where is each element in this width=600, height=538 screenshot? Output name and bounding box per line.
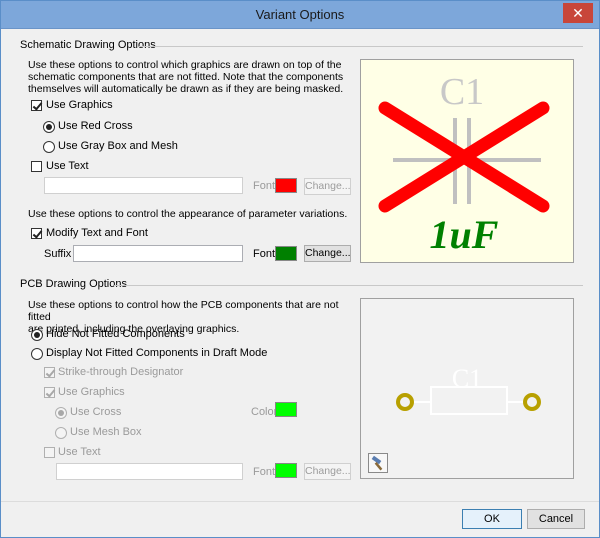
hammer-icon[interactable] xyxy=(368,453,388,473)
use-red-cross-radio[interactable] xyxy=(43,121,55,133)
close-icon[interactable]: ✕ xyxy=(563,3,593,23)
pcb-use-graphics-checkbox[interactable] xyxy=(44,387,55,398)
preview-designator: C1 xyxy=(440,71,484,113)
pcb-pad-1 xyxy=(396,393,414,411)
cancel-button[interactable]: Cancel xyxy=(527,509,585,529)
use-cross-radio[interactable] xyxy=(55,407,67,419)
modify-text-checkbox[interactable] xyxy=(31,228,42,239)
use-mesh-box-label: Use Mesh Box xyxy=(70,426,142,438)
use-text-input[interactable] xyxy=(44,177,243,194)
hide-not-fitted-label: Hide Not Fitted Components xyxy=(46,328,185,340)
use-gray-box-label: Use Gray Box and Mesh xyxy=(58,140,178,152)
change-font2-button[interactable]: Change... xyxy=(304,245,351,262)
preview-value: 1uF xyxy=(430,212,499,257)
pcb-use-text-label: Use Text xyxy=(58,446,101,458)
pcb-use-text-input[interactable] xyxy=(56,463,243,480)
ok-button[interactable]: OK xyxy=(462,509,522,529)
display-draft-label: Display Not Fitted Components in Draft M… xyxy=(46,347,268,359)
pcb-preview-graphic: C1 xyxy=(396,364,541,415)
use-red-cross-label: Use Red Cross xyxy=(58,120,133,132)
suffix-input[interactable] xyxy=(73,245,243,262)
use-graphics-label: Use Graphics xyxy=(46,99,113,111)
use-cross-label: Use Cross xyxy=(70,406,122,418)
font-color-swatch[interactable] xyxy=(275,178,297,193)
variations-description: Use these options to control the appeara… xyxy=(28,208,348,220)
title-bar[interactable]: Variant Options ✕ xyxy=(1,1,599,29)
modify-text-label: Modify Text and Font xyxy=(46,227,148,239)
use-graphics-checkbox[interactable] xyxy=(31,100,42,111)
pcb-section-title: PCB Drawing Options xyxy=(20,278,127,290)
use-gray-box-radio[interactable] xyxy=(43,141,55,153)
change-font-button[interactable]: Change... xyxy=(304,178,351,195)
pcb-font-color-swatch[interactable] xyxy=(275,463,297,478)
color-label: Color xyxy=(251,406,278,418)
pcb-use-graphics-label: Use Graphics xyxy=(58,386,125,398)
schematic-preview-graphic: C1 1uF xyxy=(378,71,550,257)
pcb-font-label: Font xyxy=(253,466,276,478)
font2-label: Font xyxy=(253,248,276,260)
font2-color-swatch[interactable] xyxy=(275,246,297,261)
display-draft-radio[interactable] xyxy=(31,348,43,360)
variant-options-dialog: Variant Options ✕ Schematic Drawing Opti… xyxy=(0,0,600,538)
schematic-description: Use these options to control which graph… xyxy=(28,59,344,95)
font-label: Font xyxy=(253,180,276,192)
use-mesh-box-radio[interactable] xyxy=(55,427,67,439)
use-text-label: Use Text xyxy=(46,160,89,172)
strike-through-checkbox[interactable] xyxy=(44,367,55,378)
use-text-checkbox[interactable] xyxy=(31,161,42,172)
strike-through-label: Strike-through Designator xyxy=(58,366,184,378)
schematic-preview: C1 1uF xyxy=(360,59,574,263)
pcb-use-text-checkbox[interactable] xyxy=(44,447,55,458)
pcb-preview: C1 xyxy=(360,298,574,479)
hide-not-fitted-radio[interactable] xyxy=(31,329,43,341)
hammer-icon-glyph xyxy=(371,455,383,471)
pcb-section-divider xyxy=(114,285,583,286)
schematic-section-divider xyxy=(139,46,583,47)
pcb-color-swatch[interactable] xyxy=(275,402,297,417)
pcb-preview-designator: C1 xyxy=(452,364,482,393)
window-title: Variant Options xyxy=(255,7,345,22)
pcb-change-font-button[interactable]: Change... xyxy=(304,463,351,480)
suffix-label: Suffix xyxy=(44,248,72,260)
schematic-section-title: Schematic Drawing Options xyxy=(20,39,156,51)
dialog-button-bar: OK Cancel xyxy=(1,501,599,537)
pcb-pad-2 xyxy=(523,393,541,411)
